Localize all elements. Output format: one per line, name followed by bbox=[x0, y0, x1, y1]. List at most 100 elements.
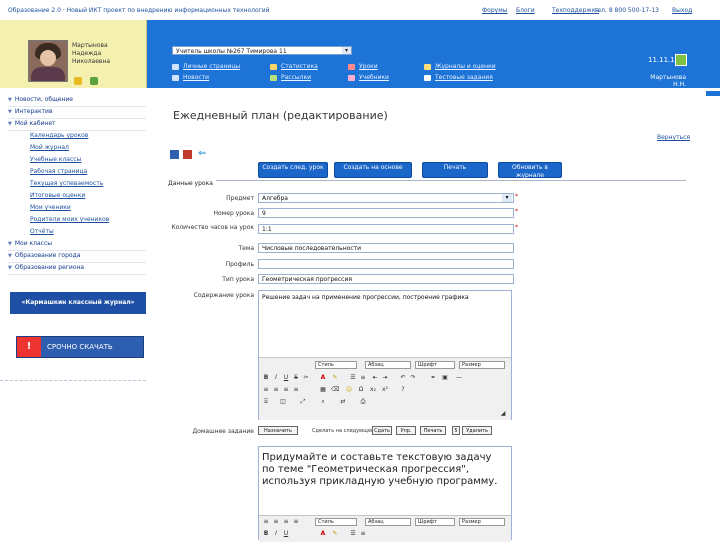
subject-select[interactable]: Алгебра ▾ bbox=[258, 193, 514, 203]
calendar-icon[interactable] bbox=[675, 54, 687, 66]
content-editor[interactable]: Решение задач на применение прогрессии, … bbox=[258, 290, 512, 420]
font-color-icon[interactable]: A bbox=[319, 530, 327, 537]
chevron-down-icon[interactable]: ▾ bbox=[502, 194, 512, 202]
promo-banner[interactable]: «Кармашкин классный журнал» bbox=[10, 292, 146, 314]
hw-mini-button-2[interactable]: Упр. bbox=[396, 426, 416, 435]
hr-icon[interactable]: — bbox=[455, 374, 463, 381]
list-icon[interactable]: ☰ bbox=[349, 530, 357, 537]
align-center-icon[interactable]: ≡ bbox=[272, 386, 280, 393]
cut-icon[interactable]: ✂ bbox=[302, 374, 310, 381]
header-link-lessons[interactable]: Уроки bbox=[359, 63, 378, 70]
indent-icon[interactable]: ⇥ bbox=[381, 374, 389, 381]
size-select[interactable]: Размер bbox=[459, 518, 505, 526]
align-justify-icon[interactable]: ≡ bbox=[292, 386, 300, 393]
html-icon[interactable]: ⌸ bbox=[262, 398, 270, 405]
homework-text[interactable]: Придумайте и составьте текстовую задачу … bbox=[262, 452, 502, 488]
numbered-list-icon[interactable]: ≡ bbox=[359, 530, 367, 537]
special-char-icon[interactable]: Ω bbox=[357, 386, 365, 393]
align-right-icon[interactable]: ≡ bbox=[282, 518, 290, 525]
find-icon[interactable]: ⌕ bbox=[319, 398, 327, 405]
assign-homework-button[interactable]: Назначить bbox=[258, 426, 298, 435]
help-icon[interactable]: ? bbox=[399, 386, 407, 393]
align-justify-icon[interactable]: ≡ bbox=[292, 518, 300, 525]
sidebar-item-classes[interactable]: Учебные классы bbox=[30, 154, 146, 166]
bold-icon[interactable]: B bbox=[262, 530, 270, 537]
sidebar-item-calendar[interactable]: Календарь уроков bbox=[30, 130, 146, 142]
update-journal-button[interactable]: Обновить в журнале bbox=[498, 162, 562, 179]
back-arrow-icon[interactable]: ⇐ bbox=[198, 148, 206, 159]
header-link-journal[interactable]: Журналы и оценки bbox=[435, 63, 496, 70]
sidebar-item-progress[interactable]: Текущая успеваемость bbox=[30, 178, 146, 190]
list-icon[interactable]: ☰ bbox=[349, 374, 357, 381]
top-link-logout[interactable]: Выход bbox=[672, 7, 692, 14]
people-icon[interactable] bbox=[90, 77, 99, 85]
create-based-on-button[interactable]: Создать на основе bbox=[334, 162, 412, 178]
hw-mini-button-5[interactable]: Удалить bbox=[462, 426, 492, 435]
style-select[interactable]: Стиль bbox=[315, 518, 357, 526]
clean-icon[interactable]: ⌫ bbox=[331, 386, 339, 393]
hw-mini-button-4[interactable]: 5 bbox=[452, 426, 460, 435]
font-color-icon[interactable]: A bbox=[319, 374, 327, 381]
superscript-icon[interactable]: x² bbox=[381, 386, 389, 393]
sidebar-section-region[interactable]: ▼ Образование региона bbox=[8, 262, 146, 275]
sidebar-item-students[interactable]: Мои ученики bbox=[30, 202, 146, 214]
size-select[interactable]: Размер bbox=[459, 361, 505, 369]
underline-icon[interactable]: U bbox=[282, 530, 290, 537]
header-link-mailing[interactable]: Рассылки bbox=[281, 74, 311, 81]
create-next-lesson-button[interactable]: Создать след. урок bbox=[258, 162, 328, 178]
save-icon[interactable] bbox=[170, 150, 179, 159]
sidebar-item-my-journal[interactable]: Мой журнал bbox=[30, 142, 146, 154]
smiley-icon[interactable]: ☺ bbox=[345, 386, 353, 393]
italic-icon[interactable]: I bbox=[272, 374, 280, 381]
profile-input[interactable] bbox=[258, 259, 514, 269]
content-text[interactable]: Решение задач на применение прогрессии, … bbox=[259, 291, 511, 305]
sidebar-item-parents[interactable]: Родители моих учеников bbox=[30, 214, 146, 226]
replace-icon[interactable]: ⇄ bbox=[339, 398, 347, 405]
table-icon[interactable]: ▦ bbox=[319, 386, 327, 393]
font-select[interactable]: Шрифт bbox=[415, 361, 455, 369]
undo-icon[interactable]: ↶ bbox=[399, 374, 407, 381]
resize-grip-icon[interactable]: ◢ bbox=[499, 410, 507, 417]
header-user-link[interactable]: Мартынова Н.Н. настройки bbox=[640, 74, 686, 95]
header-link-pages[interactable]: Личные страницы bbox=[183, 63, 240, 70]
header-link-tests[interactable]: Тестовые задания bbox=[435, 74, 493, 81]
align-right-icon[interactable]: ≡ bbox=[282, 386, 290, 393]
back-link[interactable]: Вернуться bbox=[657, 134, 690, 141]
save-close-icon[interactable] bbox=[183, 150, 192, 159]
strike-icon[interactable]: S bbox=[292, 374, 300, 381]
align-left-icon[interactable]: ≡ bbox=[262, 386, 270, 393]
print-icon[interactable]: ⎙ bbox=[359, 398, 367, 405]
chevron-down-icon[interactable]: ▾ bbox=[342, 47, 351, 54]
header-link-books[interactable]: Учебники bbox=[359, 74, 389, 81]
align-center-icon[interactable]: ≡ bbox=[272, 518, 280, 525]
align-left-icon[interactable]: ≡ bbox=[262, 518, 270, 525]
topic-input[interactable]: Числовые последовательности bbox=[258, 243, 514, 253]
top-link-support[interactable]: Техподдержка bbox=[552, 7, 599, 14]
image-icon[interactable]: ▣ bbox=[441, 374, 449, 381]
underline-icon[interactable]: U bbox=[282, 374, 290, 381]
top-link-forums[interactable]: Форумы bbox=[482, 7, 507, 14]
fullscreen-icon[interactable]: ⤢ bbox=[299, 398, 307, 405]
outdent-icon[interactable]: ⇤ bbox=[371, 374, 379, 381]
lesson-type-input[interactable]: Геометрическая прогрессия bbox=[258, 274, 514, 284]
mail-icon[interactable] bbox=[74, 77, 82, 85]
top-link-blogs[interactable]: Блоги bbox=[516, 7, 535, 14]
italic-icon[interactable]: I bbox=[272, 530, 280, 537]
download-button[interactable]: ! СРОЧНО СКАЧАТЬ bbox=[16, 336, 144, 358]
class-select[interactable]: Учитель школы №267 Тимирова 11 ▾ bbox=[172, 46, 352, 55]
bold-icon[interactable]: B bbox=[262, 374, 270, 381]
sidebar-item-final-grades[interactable]: Итоговые оценки bbox=[30, 190, 146, 202]
hw-mini-button-3[interactable]: Печать bbox=[420, 426, 446, 435]
header-link-stats[interactable]: Статистика bbox=[281, 63, 318, 70]
lesson-number-input[interactable]: 9 bbox=[258, 208, 514, 218]
font-select[interactable]: Шрифт bbox=[415, 518, 455, 526]
numbered-list-icon[interactable]: ≡ bbox=[359, 374, 367, 381]
link-icon[interactable]: ⚭ bbox=[429, 374, 437, 381]
subscript-icon[interactable]: x₂ bbox=[369, 386, 377, 393]
sidebar-item-reports[interactable]: Отчёты bbox=[30, 226, 146, 238]
highlight-icon[interactable]: ✎ bbox=[331, 374, 339, 381]
header-link-news[interactable]: Новости bbox=[183, 74, 209, 81]
sidebar-item-workpage[interactable]: Рабочая страница bbox=[30, 166, 146, 178]
format-select[interactable]: Абзац bbox=[365, 518, 411, 526]
highlight-icon[interactable]: ✎ bbox=[331, 530, 339, 537]
